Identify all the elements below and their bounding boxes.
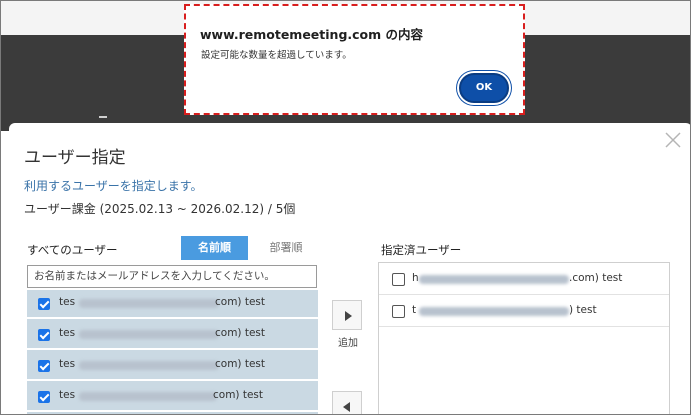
assigned-users-list: h .com) test t ) test	[378, 262, 670, 414]
redacted-email	[79, 392, 217, 401]
user-assign-modal: ユーザー指定 利用するユーザーを指定します。 ユーザー課金 (2025.02.1…	[9, 123, 690, 414]
close-icon[interactable]	[664, 131, 682, 149]
list-item[interactable]: h .com) test	[379, 263, 669, 295]
alert-title: www.remotemeeting.com の内容	[200, 27, 424, 42]
checkbox-icon[interactable]	[392, 305, 405, 318]
user-name-suffix: com) test	[215, 296, 266, 308]
user-name-suffix: com) test	[215, 327, 266, 339]
list-item[interactable]: tes com) test	[27, 352, 318, 381]
all-users-list: tes com) test tes com) test tes com) tes…	[27, 290, 318, 414]
user-name-prefix: tes	[59, 389, 76, 401]
user-name-prefix: tes	[59, 327, 76, 339]
sort-by-department-tab[interactable]: 部署順	[256, 236, 316, 260]
add-user-button[interactable]	[332, 300, 362, 330]
redacted-email	[419, 307, 569, 316]
alert-ok-button[interactable]: OK	[459, 73, 509, 103]
arrow-left-icon	[343, 402, 350, 412]
user-name-prefix: h	[412, 272, 419, 284]
search-input[interactable]: お名前またはメールアドレスを入力してください。	[27, 265, 317, 288]
billing-info: ユーザー課金 (2025.02.13 ~ 2026.02.12) / 5個	[24, 202, 296, 216]
checkbox-icon[interactable]	[38, 298, 50, 310]
list-item[interactable]: tes com) test	[27, 383, 318, 412]
checkbox-icon[interactable]	[38, 360, 50, 372]
screenshot-frame: www.remotemeeting.com の内容 設定可能な数量を超過していま…	[0, 0, 691, 415]
user-name-prefix: tes	[59, 358, 76, 370]
redacted-email	[79, 330, 219, 339]
all-users-title: すべてのユーザー	[27, 243, 118, 257]
remove-user-button[interactable]	[332, 391, 362, 414]
add-button-label: 追加	[338, 338, 358, 349]
alert-message: 設定可能な数量を超過しています。	[201, 50, 352, 61]
user-name-prefix: tes	[59, 296, 76, 308]
checkbox-icon[interactable]	[38, 329, 50, 341]
user-name-prefix: t	[412, 304, 417, 316]
checkbox-icon[interactable]	[38, 391, 50, 403]
checkbox-icon[interactable]	[392, 273, 405, 286]
list-item[interactable]: tes com) test	[27, 321, 318, 350]
alert-dialog: www.remotemeeting.com の内容 設定可能な数量を超過していま…	[184, 4, 525, 115]
user-name-suffix: com) test	[213, 389, 264, 401]
modal-subtitle: 利用するユーザーを指定します。	[24, 179, 203, 193]
redacted-email	[419, 275, 569, 284]
assigned-users-title: 指定済ユーザー	[381, 243, 462, 257]
list-item[interactable]: tes com) test	[27, 290, 318, 319]
list-item[interactable]: t ) test	[379, 295, 669, 327]
redacted-email	[79, 299, 219, 308]
modal-title: ユーザー指定	[24, 148, 126, 168]
arrow-right-icon	[345, 311, 352, 321]
redacted-email	[79, 361, 219, 370]
user-name-suffix: .com) test	[569, 272, 623, 284]
user-name-suffix: com) test	[215, 358, 266, 370]
background-fragment	[99, 116, 107, 118]
sort-by-name-tab[interactable]: 名前順	[181, 236, 248, 260]
user-name-suffix: ) test	[569, 304, 597, 316]
